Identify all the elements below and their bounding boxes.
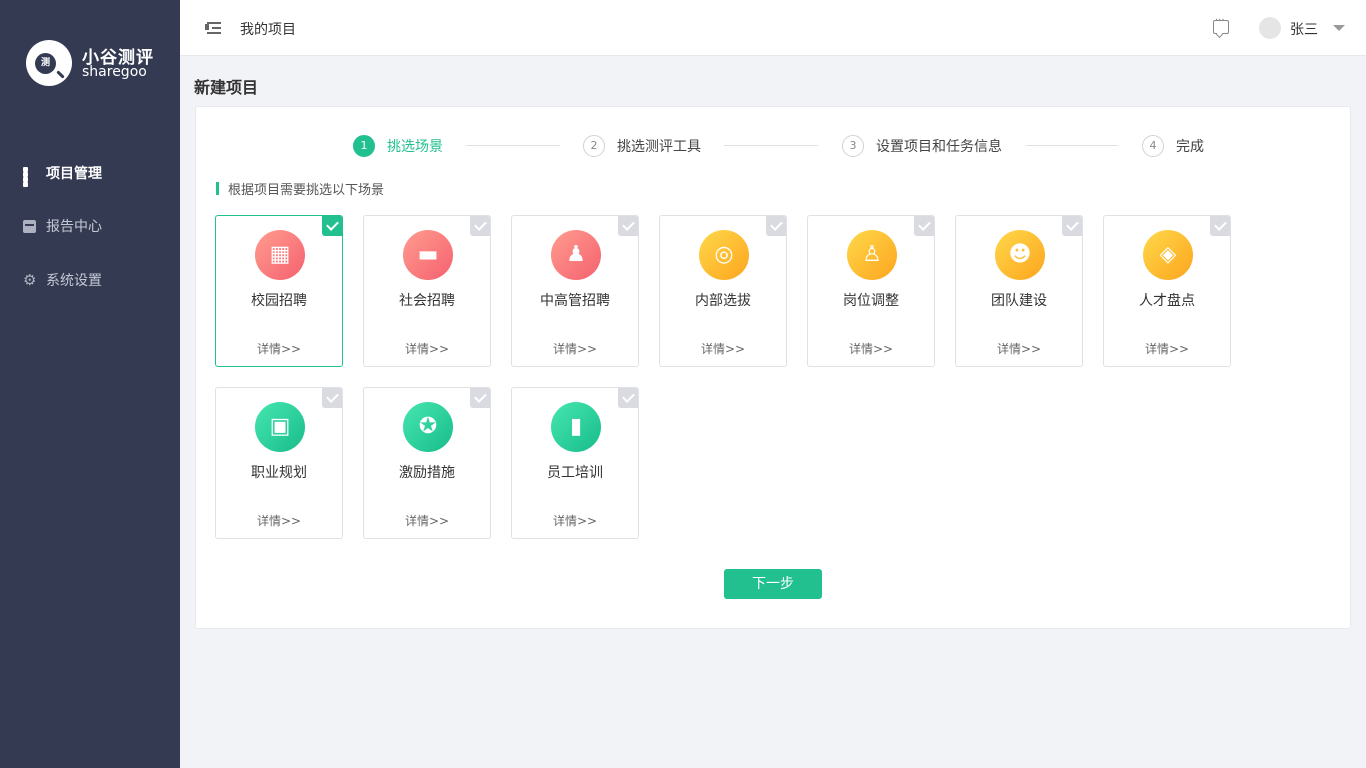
section-accent-bar [216,181,219,195]
medal-icon: ✪ [403,402,453,452]
checkbox-check-icon[interactable] [470,388,490,408]
scenario-name: 激励措施 [399,465,455,481]
checkbox-check-icon[interactable] [766,216,786,236]
details-link[interactable]: 详情>> [956,340,1082,357]
details-link[interactable]: 详情>> [1104,340,1230,357]
scenario-name: 社会招聘 [399,293,455,309]
step-number: 3 [842,135,864,157]
checkbox-check-icon[interactable] [618,216,638,236]
section-title-text: 根据项目需要挑选以下场景 [228,182,385,198]
step-3: 3 设置项目和任务信息 [842,135,1002,157]
training-book-icon: ▮ [551,402,601,452]
details-link[interactable]: 详情>> [216,512,342,529]
scenario-name: 中高管招聘 [540,293,610,309]
scenario-name: 员工培训 [547,465,603,481]
career-board-icon: ▣ [255,402,305,452]
step-label: 挑选场景 [387,139,443,155]
calendar-icon: ▦ [255,230,305,280]
details-link[interactable]: 详情>> [512,512,638,529]
sidebar-item-label: 报告中心 [46,219,102,235]
details-link[interactable]: 详情>> [512,340,638,357]
chevron-down-icon[interactable] [1333,25,1345,31]
scenario-tile-executive-recruitment[interactable]: ♟ 中高管招聘 详情>> [511,215,639,367]
scenario-tile-campus-recruitment[interactable]: ▦ 校园招聘 详情>> [215,215,343,367]
step-divider [724,145,818,146]
sidebar-item-system-settings[interactable]: ⚙ 系统设置 [0,260,180,300]
step-label: 挑选测评工具 [617,139,701,155]
scenario-name: 团队建设 [991,293,1047,309]
sidebar-item-label: 系统设置 [46,273,102,289]
scenario-name: 职业规划 [251,465,307,481]
scenario-name: 内部选拔 [695,293,751,309]
sidebar-item-project-management[interactable]: 项目管理 [0,153,180,193]
scenario-tile-team-building[interactable]: ☻ 团队建设 详情>> [955,215,1083,367]
user-name[interactable]: 张三 [1290,19,1318,39]
inventory-box-icon: ◈ [1143,230,1193,280]
step-divider [466,145,560,146]
scenario-tile-career-planning[interactable]: ▣ 职业规划 详情>> [215,387,343,539]
person-transfer-icon: ♙ [847,230,897,280]
sidebar-item-report-center[interactable]: 报告中心 [0,206,180,246]
checkbox-check-icon[interactable] [1210,216,1230,236]
details-link[interactable]: 详情>> [808,340,934,357]
scenario-tile-incentives[interactable]: ✪ 激励措施 详情>> [363,387,491,539]
details-link[interactable]: 详情>> [364,340,490,357]
details-link[interactable]: 详情>> [216,340,342,357]
step-number: 2 [583,135,605,157]
step-number: 4 [1142,135,1164,157]
step-label: 设置项目和任务信息 [876,139,1002,155]
section-title: 根据项目需要挑选以下场景 [216,180,385,198]
message-icon[interactable] [1213,15,1229,34]
new-project-card: 1 挑选场景 2 挑选测评工具 3 设置项目和任务信息 4 完成 根据项目需要挑… [195,106,1351,629]
scenario-tile-social-recruitment[interactable]: ▬ 社会招聘 详情>> [363,215,491,367]
brand-name-en: sharegoo [82,64,147,80]
scenario-tile-talent-inventory[interactable]: ◈ 人才盘点 详情>> [1103,215,1231,367]
executive-icon: ♟ [551,230,601,280]
checkbox-check-icon[interactable] [322,388,342,408]
report-box-icon [23,219,36,233]
checkbox-check-icon[interactable] [1062,216,1082,236]
checkbox-check-icon[interactable] [322,216,342,236]
step-4: 4 完成 [1142,135,1204,157]
scenario-name: 校园招聘 [251,293,307,309]
checkbox-check-icon[interactable] [914,216,934,236]
briefcase-icon: ▬ [403,230,453,280]
sidebar: 测 小谷测评 sharegoo 项目管理 报告中心 ⚙ 系统设置 [0,0,180,768]
step-2: 2 挑选测评工具 [583,135,701,157]
avatar[interactable] [1259,17,1281,39]
step-1: 1 挑选场景 [353,135,443,157]
scenario-name: 岗位调整 [843,293,899,309]
details-link[interactable]: 详情>> [660,340,786,357]
grid-icon [23,166,36,187]
logo-mark-icon: 测 [26,40,72,86]
search-person-icon: ◎ [699,230,749,280]
step-divider [1026,145,1118,146]
collapse-menu-icon[interactable] [205,21,221,35]
scenario-tile-employee-training[interactable]: ▮ 员工培训 详情>> [511,387,639,539]
scenario-name: 人才盘点 [1139,293,1195,309]
gear-icon: ⚙ [23,270,37,289]
page-title: 新建项目 [194,78,259,97]
checkbox-check-icon[interactable] [470,216,490,236]
scenario-tile-position-adjustment[interactable]: ♙ 岗位调整 详情>> [807,215,935,367]
step-label: 完成 [1176,139,1204,155]
team-icon: ☻ [995,230,1045,280]
brand-logo[interactable]: 测 小谷测评 sharegoo [26,40,166,88]
next-step-button[interactable]: 下一步 [724,569,822,599]
header-title: 我的项目 [240,22,296,38]
scenario-tile-internal-selection[interactable]: ◎ 内部选拔 详情>> [659,215,787,367]
sidebar-item-label: 项目管理 [46,166,102,182]
step-number: 1 [353,135,375,157]
top-header: 我的项目 张三 [180,0,1366,56]
details-link[interactable]: 详情>> [364,512,490,529]
checkbox-check-icon[interactable] [618,388,638,408]
